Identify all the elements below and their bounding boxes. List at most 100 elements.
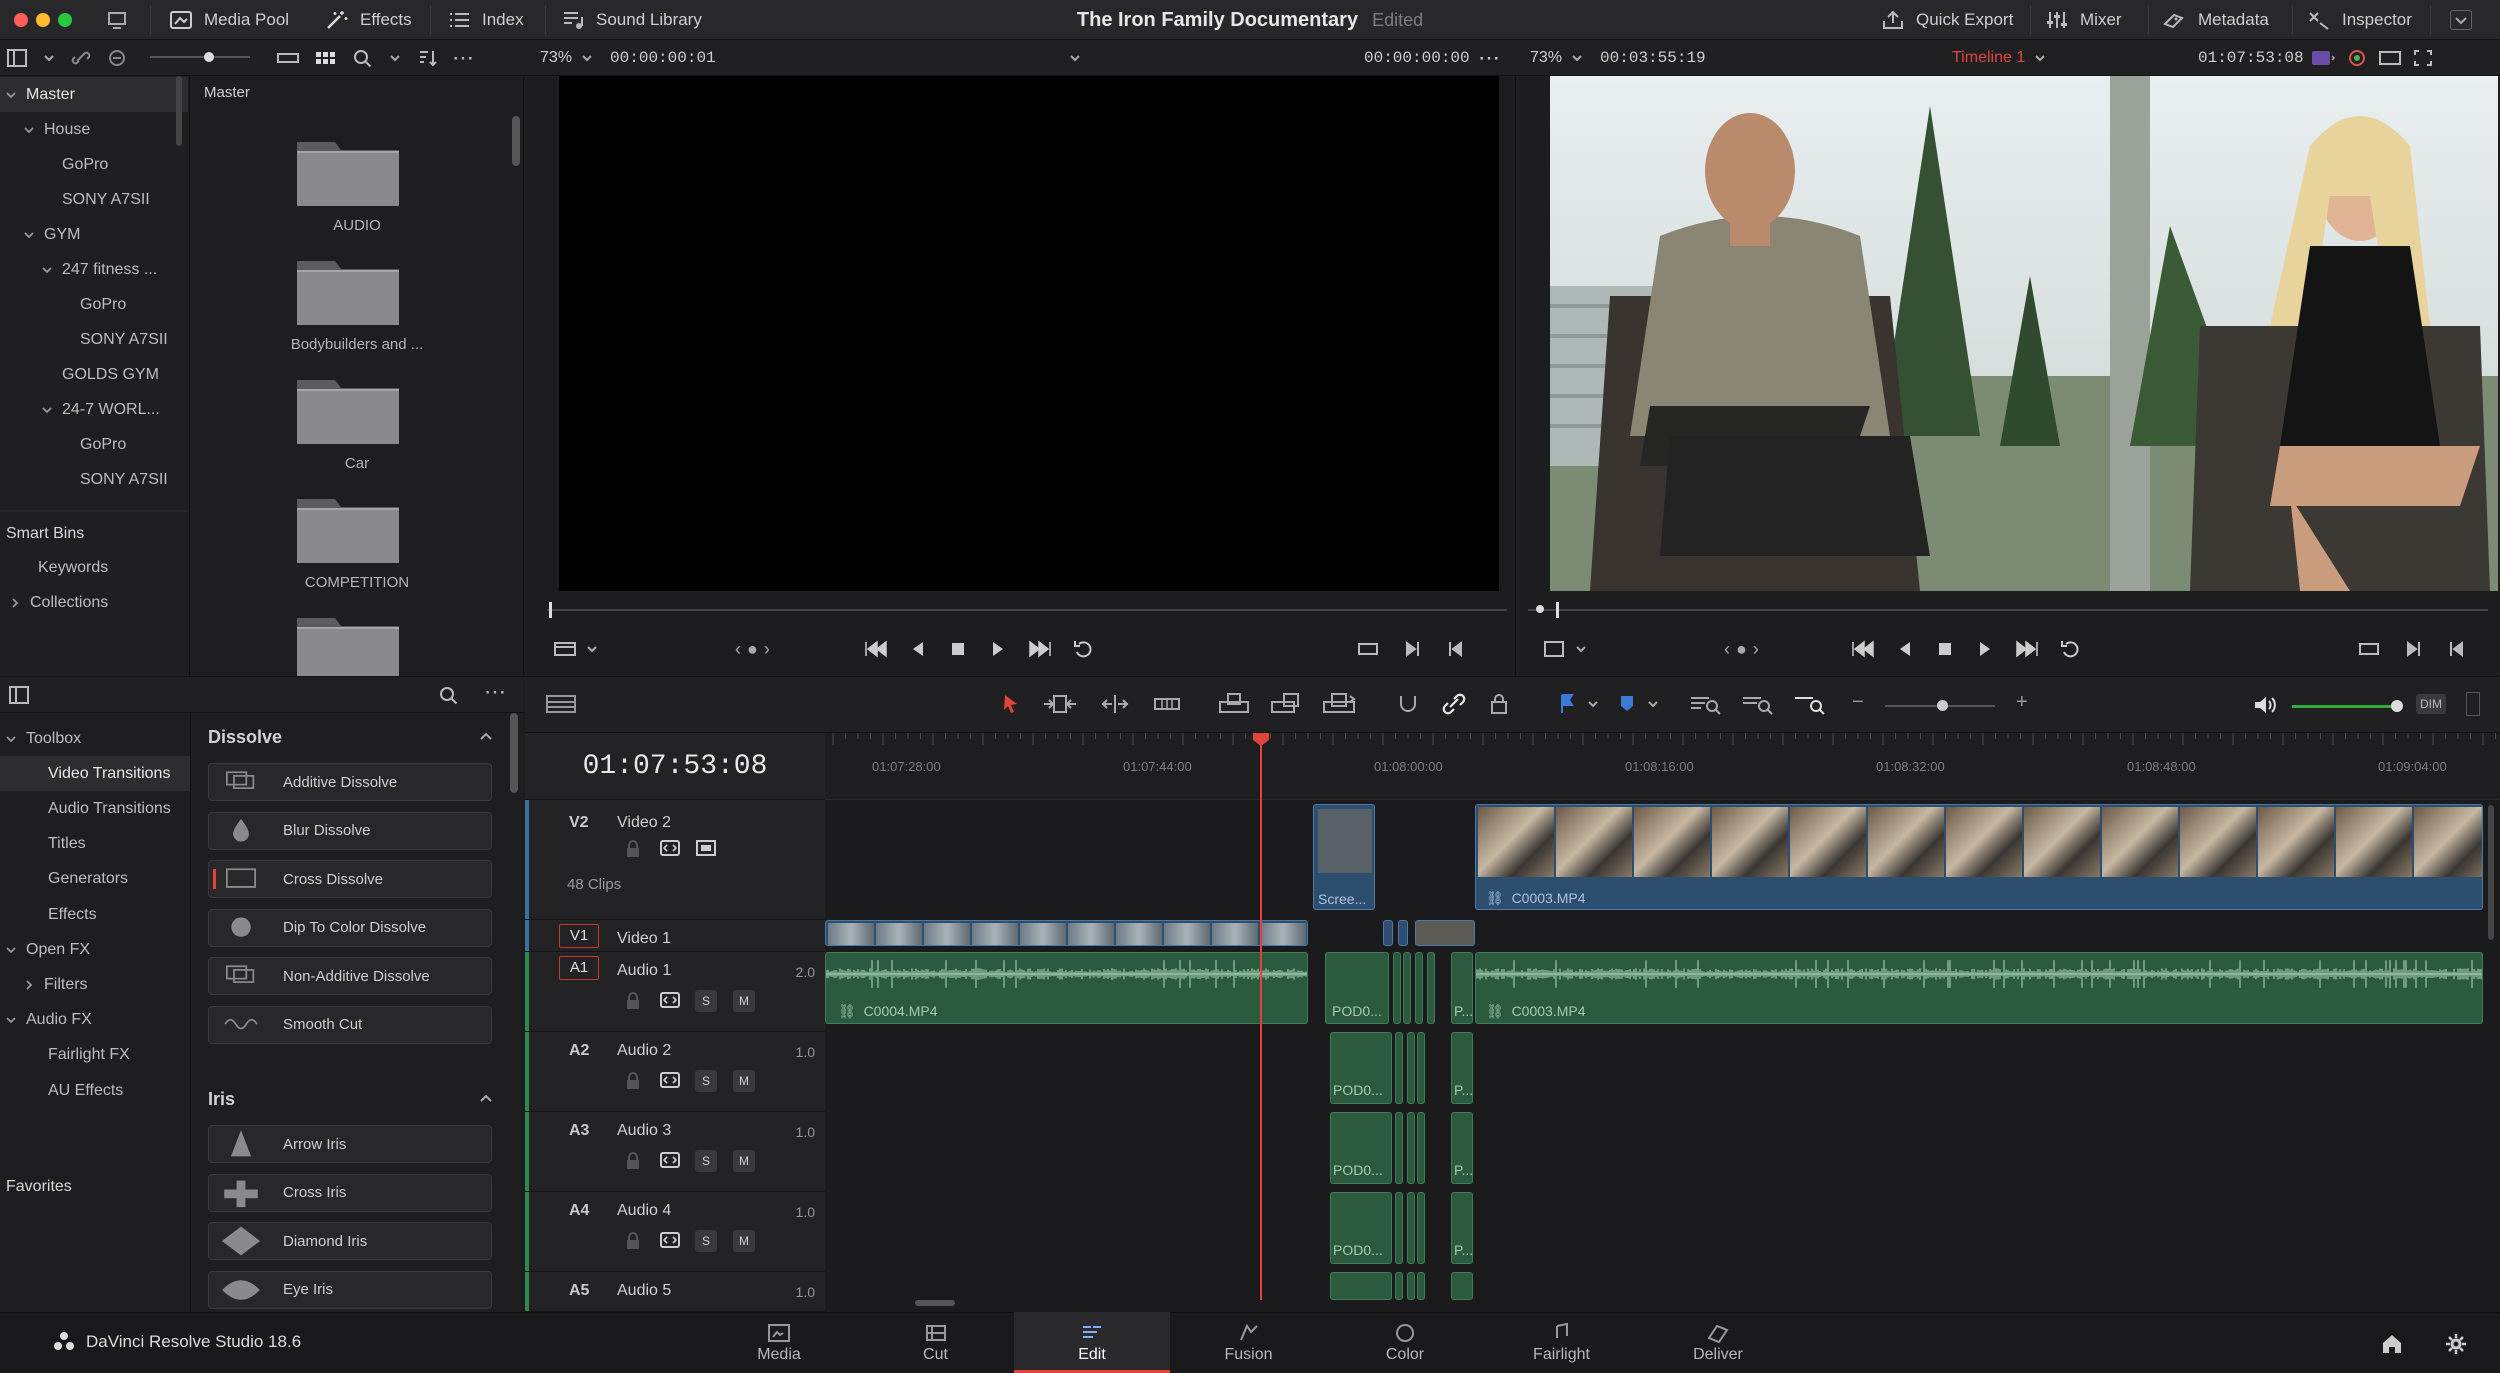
more-options-icon[interactable]: ⋯ [452, 45, 475, 71]
metadata-button[interactable]: Metadata [2162, 0, 2269, 40]
audio-clip[interactable] [1407, 1192, 1415, 1264]
color-space-badge-icon[interactable] [2310, 48, 2336, 68]
stop-icon[interactable] [1934, 638, 1956, 660]
bin-item[interactable]: 247 fitness ... [0, 252, 188, 287]
track-name[interactable]: Audio 5 [617, 1282, 671, 1300]
chevron-down-icon[interactable] [4, 1013, 18, 1027]
bin-item[interactable]: 24-7 WORL... [0, 392, 188, 427]
auto-select-icon[interactable] [659, 1070, 681, 1090]
solo-button[interactable]: S [695, 1150, 717, 1172]
effects-category[interactable]: AU Effects [0, 1073, 190, 1108]
match-frame-icon[interactable] [2356, 638, 2382, 660]
grid-view-icon[interactable] [314, 48, 338, 68]
lock-track-icon[interactable] [625, 992, 641, 1010]
transition-group-header[interactable]: Iris [208, 1089, 235, 1110]
smart-bin-item[interactable]: Keywords [0, 550, 188, 585]
audio-clip[interactable] [1407, 1272, 1415, 1300]
scrubber-jog-handle[interactable] [1536, 605, 1544, 613]
source-clip-dropdown[interactable] [1068, 40, 1082, 76]
audio1-clip[interactable] [1393, 952, 1401, 1024]
video2-small-clip[interactable]: Scree... [1313, 804, 1375, 910]
thumbnail-size-slider-handle[interactable] [204, 52, 214, 62]
collapse-group-icon[interactable] [478, 1091, 494, 1107]
timeline-video-frame[interactable] [1550, 76, 2498, 591]
source-playhead[interactable] [549, 602, 552, 618]
timeline-ruler[interactable]: 01:07:28:00 01:07:44:00 01:08:00:00 01:08:1… [825, 733, 2500, 800]
disable-video-track-icon[interactable] [695, 838, 717, 858]
page-tab-cut[interactable]: Cut [858, 1312, 1014, 1373]
video1-clip-left[interactable] [825, 920, 1308, 946]
audio1-clip[interactable] [1415, 952, 1423, 1024]
video2-main-clip[interactable]: ⛓ C0003.MP4 [1475, 804, 2483, 910]
volume-handle[interactable] [2391, 700, 2403, 712]
position-lock-icon[interactable] [1487, 692, 1511, 716]
chevron-down-icon[interactable] [22, 228, 36, 242]
selection-arrow-icon[interactable] [1000, 692, 1022, 716]
transition-item[interactable]: Smooth Cut [208, 1005, 492, 1044]
audio-clip[interactable] [1407, 1032, 1415, 1104]
color-wheel-icon[interactable] [2346, 48, 2368, 68]
bin-item[interactable]: SONY A7SII [0, 322, 188, 357]
effects-category[interactable]: Titles [0, 827, 190, 862]
transition-item[interactable]: Dip To Color Dissolve [208, 908, 492, 947]
track-destination-toggle[interactable]: A1 [559, 956, 599, 980]
inspector-button[interactable]: Inspector [2306, 0, 2412, 40]
go-to-start-icon[interactable] [863, 638, 889, 660]
audio-waveform-icon[interactable] [106, 48, 128, 68]
track-name[interactable]: Audio 3 [617, 1122, 671, 1140]
track-header-a2[interactable]: A2 Audio 2 1.0 S M [525, 1032, 825, 1112]
track-name[interactable]: Video 2 [617, 814, 671, 832]
dim-button[interactable]: DIM [2416, 694, 2446, 714]
track-header-a1[interactable]: A1 Audio 1 2.0 S M [525, 952, 825, 1032]
folder-thumbnail[interactable] [295, 608, 401, 684]
favorites-header[interactable]: Favorites [0, 1169, 190, 1204]
quick-export-button[interactable]: Quick Export [1880, 0, 2013, 40]
chevron-down-icon[interactable] [580, 51, 594, 65]
track-header-a5[interactable]: A5 Audio 5 1.0 [525, 1272, 825, 1312]
link-clips-icon[interactable] [70, 48, 92, 68]
mark-out-icon[interactable] [1445, 638, 1465, 660]
trim-edit-icon[interactable] [1042, 692, 1078, 716]
page-tab-deliver[interactable]: Deliver [1640, 1312, 1796, 1373]
transition-item[interactable]: Eye Iris [208, 1270, 492, 1309]
effects-scrollbar[interactable] [510, 713, 518, 793]
effects-category[interactable]: Video Transitions [0, 756, 190, 792]
effects-category[interactable]: Open FX [0, 932, 190, 967]
audio-clip[interactable] [1417, 1032, 1425, 1104]
chevron-down-icon[interactable] [1646, 697, 1660, 711]
effects-category[interactable]: Toolbox [0, 721, 190, 756]
panel-toggle-icon[interactable] [8, 685, 30, 705]
timeline-viewer-playhead[interactable] [1556, 602, 1559, 618]
chevron-down-icon[interactable] [1570, 51, 1584, 65]
source-more-icon[interactable]: ⋯ [1478, 40, 1500, 76]
audio1-clip[interactable]: POD0... [1325, 952, 1389, 1024]
smart-bin-item[interactable]: Collections [0, 585, 188, 620]
transition-item[interactable]: Blur Dissolve [208, 811, 492, 850]
snapping-icon[interactable] [1395, 692, 1421, 716]
stop-icon[interactable] [947, 638, 969, 660]
timeline-zoom-value[interactable]: 73% [1530, 49, 1562, 67]
play-reverse-icon[interactable] [907, 638, 929, 660]
transition-item[interactable]: Cross Dissolve [208, 860, 492, 898]
audio1-clip-right[interactable]: ⛓ C0003.MP4 [1475, 952, 2483, 1024]
smart-bins-header[interactable]: Smart Bins [0, 516, 188, 551]
audio-clip[interactable] [1417, 1112, 1425, 1184]
close-window-button[interactable] [14, 13, 28, 27]
video1-clip[interactable] [1383, 920, 1393, 946]
transition-item[interactable]: Cross Iris [208, 1173, 492, 1212]
track-name[interactable]: Video 1 [617, 930, 671, 948]
pool-scrollbar[interactable] [512, 116, 520, 166]
folder-thumbnail[interactable] [295, 489, 401, 565]
go-to-end-icon[interactable] [2014, 638, 2040, 660]
folder-thumbnail[interactable] [295, 370, 401, 446]
mark-out-icon[interactable] [2446, 638, 2466, 660]
mark-in-icon[interactable] [2404, 638, 2424, 660]
chevron-down-icon[interactable] [42, 51, 56, 65]
track-name[interactable]: Audio 4 [617, 1202, 671, 1220]
zoom-in-icon[interactable]: + [2016, 691, 2028, 714]
audio-clip[interactable] [1417, 1272, 1425, 1300]
source-zoom-value[interactable]: 73% [540, 49, 572, 67]
bin-scrollbar[interactable] [176, 76, 182, 146]
audio-clip[interactable] [1395, 1112, 1403, 1184]
bin-item[interactable]: SONY A7SII [0, 462, 188, 497]
